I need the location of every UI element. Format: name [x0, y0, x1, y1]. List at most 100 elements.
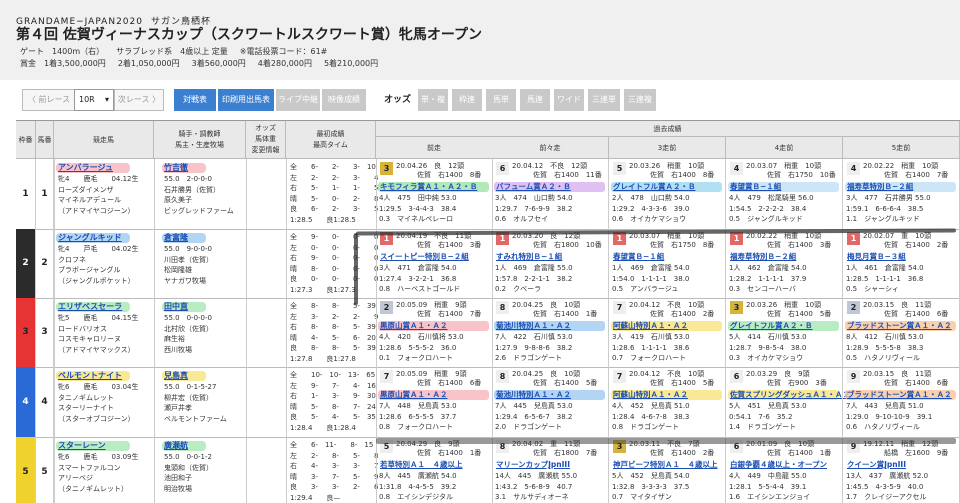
- record-line: 良 0- 0- 0- 0: [290, 275, 379, 283]
- horse-info: タニノギムレット: [58, 393, 114, 402]
- horse-name-link[interactable]: スターレーン: [58, 440, 106, 451]
- race-name-link[interactable]: クイーン賞JpnIII: [845, 459, 908, 470]
- prize-money: 賞金 1着3,500,000円 2着1,050,000円 3着560,000円 4着2…: [20, 58, 390, 69]
- jockey-info: 松岡隆雄: [164, 266, 192, 274]
- race-name-link[interactable]: 佐賀スプリングダッシュＡ１・Ａ２: [728, 389, 852, 400]
- col-divider: [54, 367, 55, 437]
- race-select-value: 10R: [79, 95, 95, 104]
- record-line: 良 5- 4- 5- 35: [290, 413, 376, 421]
- matchup-button[interactable]: 対戦表: [174, 89, 216, 111]
- odds-quinella-button[interactable]: 馬連: [520, 89, 550, 111]
- finish-rank: 4: [847, 162, 860, 175]
- finish-rank: 3: [730, 301, 743, 314]
- prev-race-button[interactable]: 〈 前レース: [22, 89, 76, 111]
- record-line: 晴 8- 0- 0- 0: [290, 264, 379, 273]
- odds-bracket-button[interactable]: 枠連: [452, 89, 482, 111]
- race-detail: 7人 445 兒島真 53.0: [495, 402, 573, 410]
- col-divider: [286, 298, 287, 367]
- record-line: 右 8- 8- 5- 39: [290, 323, 376, 331]
- col-divider: [54, 298, 55, 367]
- col-divider: [246, 229, 247, 298]
- waku-cell: 5: [16, 437, 36, 503]
- horse-info: スターリーナイト: [58, 404, 114, 412]
- race-name-link[interactable]: マリーンカップJpnIII: [494, 459, 572, 470]
- race-name-link[interactable]: ブラッドストーン賞Ａ１・Ａ２: [845, 320, 954, 331]
- jockey-link[interactable]: 田中直: [164, 301, 188, 312]
- race-name-link[interactable]: 春望賞Ｂ−１組: [728, 181, 783, 192]
- col-divider: [154, 159, 155, 229]
- race-detail: 0.8 エイシンデジタル: [379, 493, 453, 501]
- race-name-link[interactable]: 阿蘇山特別Ａ１・Ａ２: [611, 389, 690, 400]
- record-line: 左 0- 0- 0- 0: [290, 243, 379, 252]
- race-venue-line: 佐賀 右1400 11番: [512, 171, 602, 179]
- odds-wide-button[interactable]: ワイド: [554, 89, 584, 111]
- horse-info: 牝6 鹿毛 03.09生: [58, 453, 139, 461]
- race-name-link[interactable]: 菊池川特別Ａ１・Ａ２: [494, 389, 573, 400]
- race-venue-line: 佐賀 右1400 7番: [396, 310, 482, 318]
- race-name-link[interactable]: グレイトフル賞Ａ２・Ｂ: [611, 181, 698, 192]
- race-name-link[interactable]: 白銀争覇４歳以上・オープン: [728, 459, 829, 470]
- race-detail: 14人 445 廣瀬航 55.0: [495, 472, 578, 480]
- race-detail: 0.5 シャーシィ: [846, 285, 899, 293]
- record-line: 右 1- 3- 9- 30: [290, 392, 376, 400]
- uma-cell: 1: [36, 159, 54, 229]
- race-detail: 0.6 オイカケマショウ: [612, 215, 687, 223]
- print-entries-button[interactable]: 印刷用出馬表: [218, 89, 274, 111]
- jockey-link[interactable]: 竹吉徹: [164, 162, 188, 173]
- col-divider: [608, 437, 609, 503]
- col-divider: [492, 229, 493, 298]
- odds-win-button[interactable]: 単・複: [418, 89, 448, 111]
- race-name-link[interactable]: グレイトフル賞Ａ２・Ｂ: [728, 320, 815, 331]
- race-name-link[interactable]: 阿蘇山特別Ａ１・Ａ２: [611, 320, 690, 331]
- horse-info: 牝4 鹿毛 04.12生: [58, 175, 139, 183]
- race-detail: 1.7 クレイジーアクセル: [846, 493, 927, 501]
- jockey-info: 55.0 0-0-0-0: [164, 314, 212, 322]
- race-venue-line: 佐賀 右1400 6番: [396, 379, 482, 387]
- race-venue-line: 佐賀 右1400 2番: [863, 241, 949, 249]
- live-button[interactable]: ライブ中継: [276, 89, 320, 111]
- finish-rank: 3: [380, 162, 393, 175]
- horse-name-link[interactable]: ベルモントナイト: [58, 370, 122, 381]
- race-detail: 1:29.5 3-4-4-3 38.4: [379, 204, 457, 213]
- race-name-link[interactable]: キモフィラ賞Ａ１・Ａ２・Ｂ: [378, 181, 479, 192]
- header-past-1: 前走: [376, 137, 493, 159]
- race-name-link[interactable]: すみれ特別Ｂ−１組: [494, 251, 564, 262]
- jockey-link[interactable]: 兒島真: [164, 370, 188, 381]
- horse-name-link[interactable]: アンバラージュ: [58, 162, 113, 173]
- race-name-link[interactable]: 黒原山賞Ａ１・Ａ２: [378, 389, 450, 400]
- race-name-link[interactable]: 春望賞Ｂ−１組: [611, 251, 666, 262]
- jockey-link[interactable]: 廣瀬航: [164, 440, 188, 451]
- race-name-link[interactable]: 若草特別Ａ１ ４歳以上: [378, 459, 465, 470]
- race-name-link[interactable]: バフューム賞Ａ２・Ｂ: [494, 181, 573, 192]
- horse-name-link[interactable]: ジャングルキッド: [58, 232, 122, 243]
- odds-trio-button[interactable]: 三連複: [624, 89, 656, 111]
- jockey-link[interactable]: 倉富隆: [164, 232, 188, 243]
- race-name-link[interactable]: 黒原山賞Ａ１・Ａ２: [378, 320, 450, 331]
- next-race-button[interactable]: 次レース 〉: [114, 89, 164, 111]
- race-name-link[interactable]: 神戸ビーフ特別Ａ１ ４歳以上: [611, 459, 720, 470]
- race-detail: 1:43.2 5-6-8-9 40.7: [495, 482, 573, 491]
- race-detail: 1:28.2 1-1-1-1 37.9: [729, 274, 807, 283]
- race-detail: 1:27.4 3-2-2-1 36.8: [379, 274, 457, 283]
- race-conditions: ゲート 1400m（右） サラブレッド系 4歳以上 定量 ※電話投票コード：61#: [20, 46, 339, 57]
- race-name-link[interactable]: 梅見月賞Ｂ−３組: [845, 251, 908, 262]
- race-name-link[interactable]: 福寿草特別Ｂ−２組: [728, 251, 798, 262]
- race-name-link[interactable]: スイートピー特別Ｂ−２組: [378, 251, 471, 262]
- odds-trifecta-button[interactable]: 三連単: [588, 89, 620, 111]
- race-name-link[interactable]: 菊池川特別Ａ１・Ａ２: [494, 320, 573, 331]
- race-name-link[interactable]: ブラッドストーン賞Ａ１・Ａ２: [845, 389, 954, 400]
- finish-rank: 7: [380, 370, 393, 383]
- video-results-button[interactable]: 映像成績: [322, 89, 366, 111]
- record-line: 左 9- 7- 4- 16: [290, 381, 376, 390]
- uma-cell: 2: [36, 229, 54, 298]
- horse-name-link[interactable]: エリザベスセーラ: [58, 301, 122, 312]
- race-name-link[interactable]: 福寿草特別Ｂ−２組: [845, 181, 915, 192]
- race-venue-line: 佐賀 右1400 3番: [396, 241, 482, 249]
- prize-4: 4着280,000円: [257, 59, 312, 68]
- col-divider: [154, 229, 155, 298]
- horse-info: （スターオブコジーン）: [58, 414, 135, 423]
- race-venue-line: 佐賀 右1400 5番: [746, 310, 832, 318]
- odds-exacta-button[interactable]: 馬単: [486, 89, 516, 111]
- race-select[interactable]: 10R ▾: [74, 89, 114, 111]
- record-line: 良 6- 2- 3- 5: [290, 205, 379, 213]
